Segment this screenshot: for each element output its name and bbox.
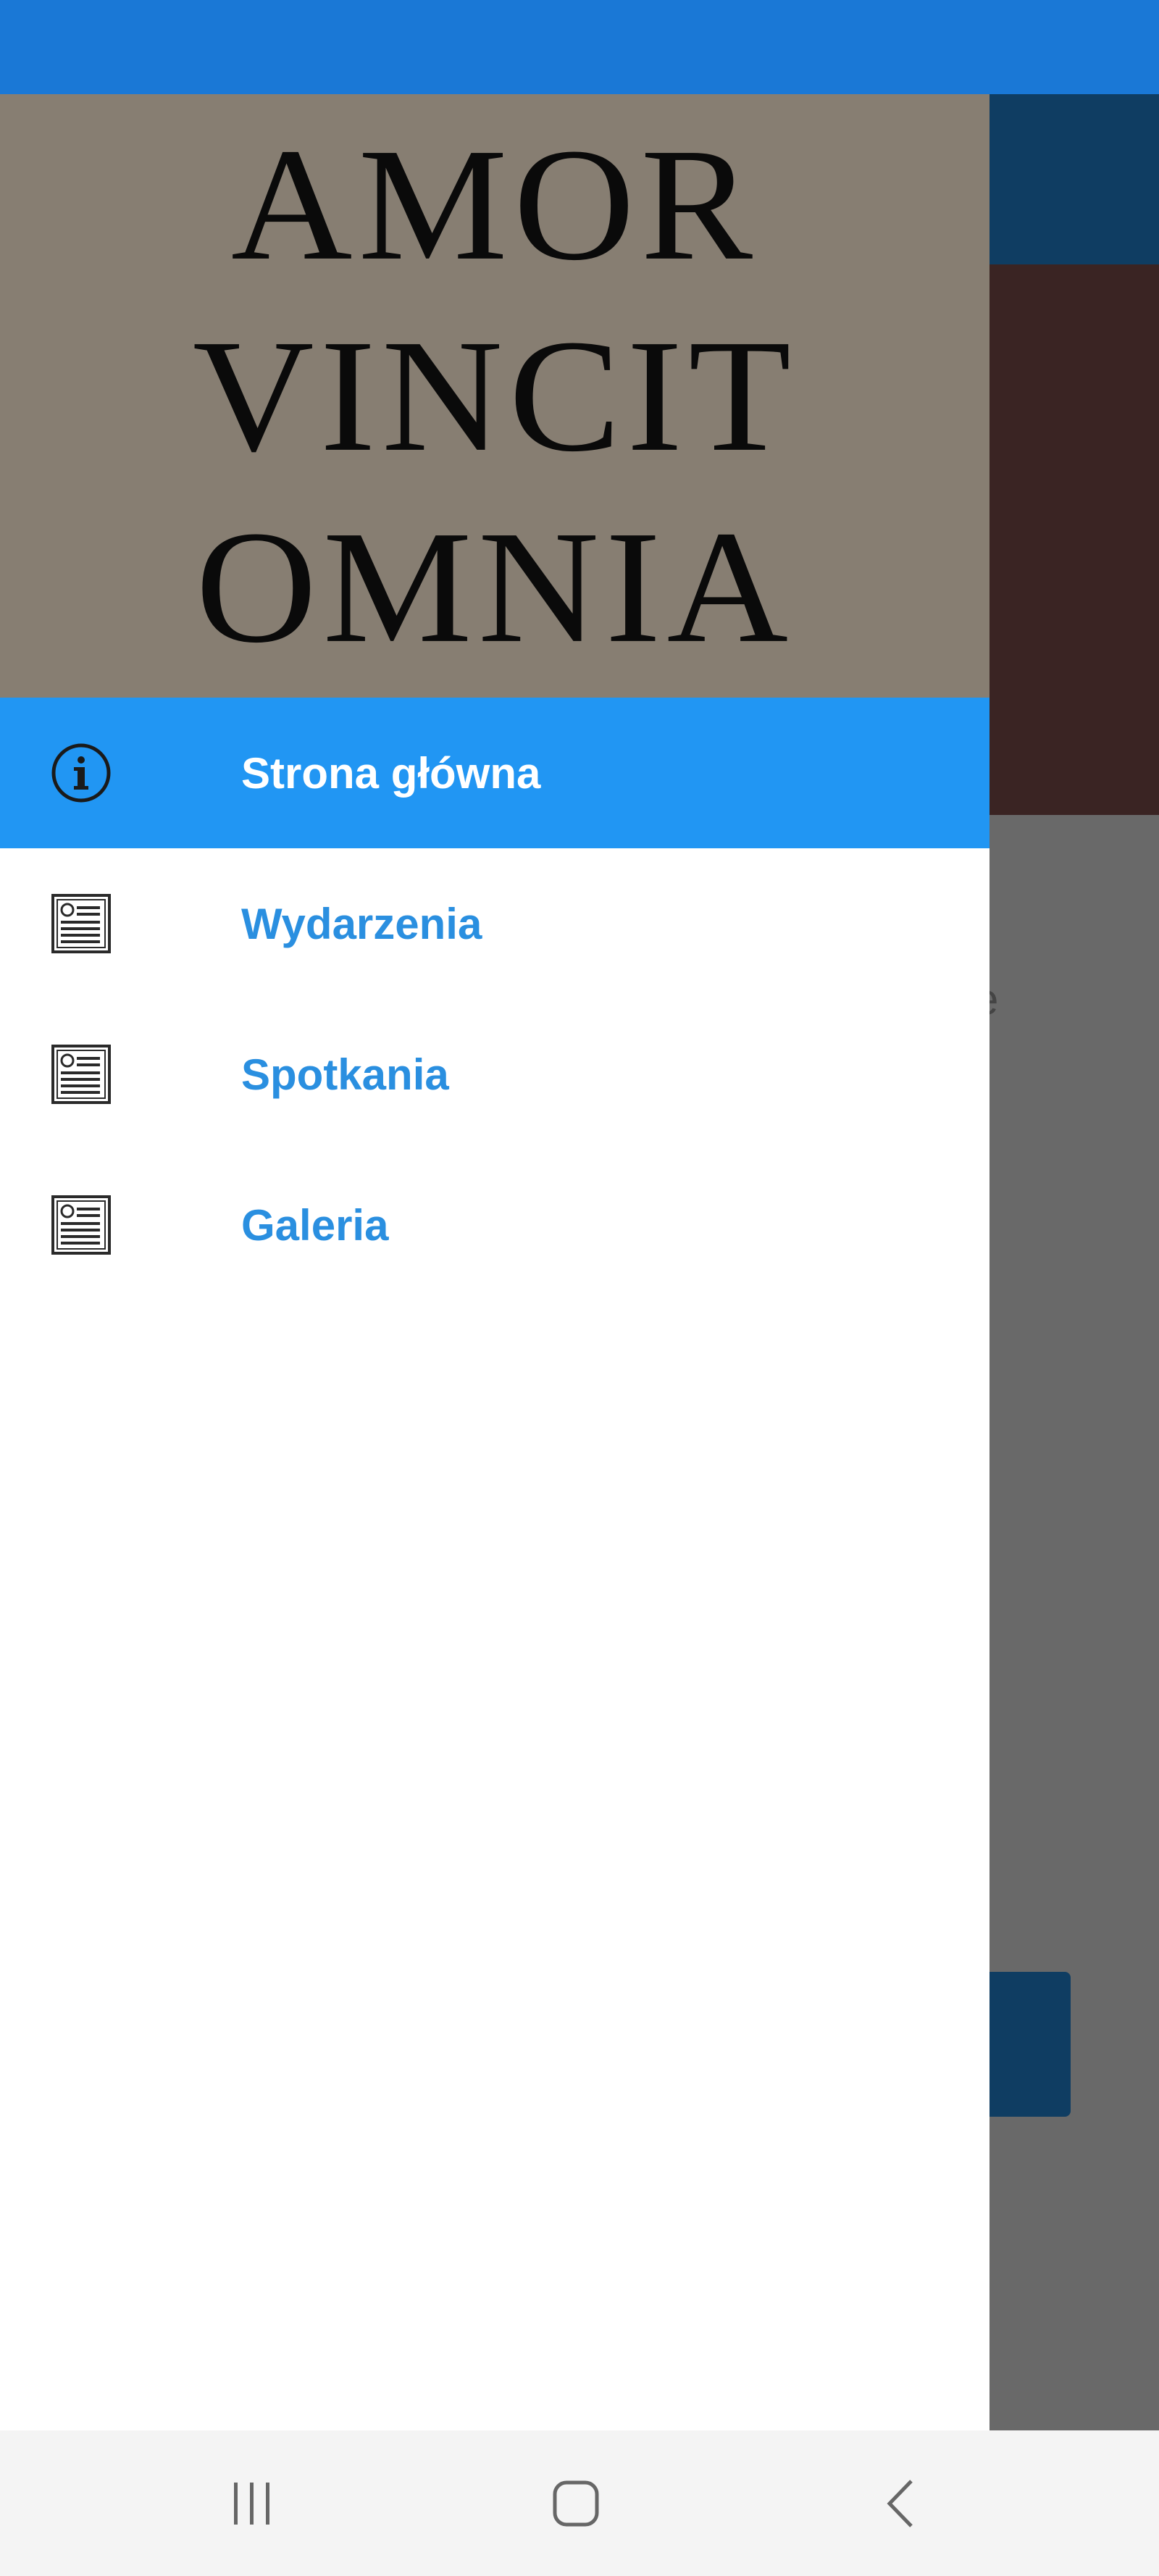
newspaper-icon bbox=[51, 893, 112, 954]
motto-line: OMNIA bbox=[195, 497, 795, 677]
newspaper-icon bbox=[51, 1195, 112, 1255]
menu-item-strona-glowna[interactable]: Strona główna bbox=[0, 698, 989, 848]
recent-apps-icon bbox=[234, 2482, 269, 2525]
navigation-drawer: AMOR VINCIT OMNIA Strona główna Wydarzen… bbox=[0, 94, 989, 2430]
menu-item-label: Wydarzenia bbox=[241, 899, 482, 948]
status-bar bbox=[0, 0, 1159, 94]
home-icon bbox=[553, 2480, 599, 2526]
newspaper-icon bbox=[51, 1044, 112, 1105]
home-button[interactable] bbox=[503, 2430, 648, 2576]
menu-item-wydarzenia[interactable]: Wydarzenia bbox=[0, 848, 989, 999]
motto-line: AMOR bbox=[230, 114, 759, 294]
menu-item-label: Strona główna bbox=[241, 748, 541, 798]
menu-item-spotkania[interactable]: Spotkania bbox=[0, 999, 989, 1150]
menu-item-label: Spotkania bbox=[241, 1050, 449, 1099]
motto-line: VINCIT bbox=[192, 306, 798, 485]
back-button[interactable] bbox=[828, 2430, 973, 2576]
info-icon bbox=[51, 743, 112, 803]
recent-apps-button[interactable] bbox=[180, 2430, 325, 2576]
menu-item-galeria[interactable]: Galeria bbox=[0, 1150, 989, 1300]
drawer-header-logo: AMOR VINCIT OMNIA bbox=[0, 94, 989, 698]
system-nav-bar bbox=[0, 2430, 1159, 2576]
back-icon bbox=[887, 2479, 913, 2527]
menu-item-label: Galeria bbox=[241, 1200, 389, 1250]
